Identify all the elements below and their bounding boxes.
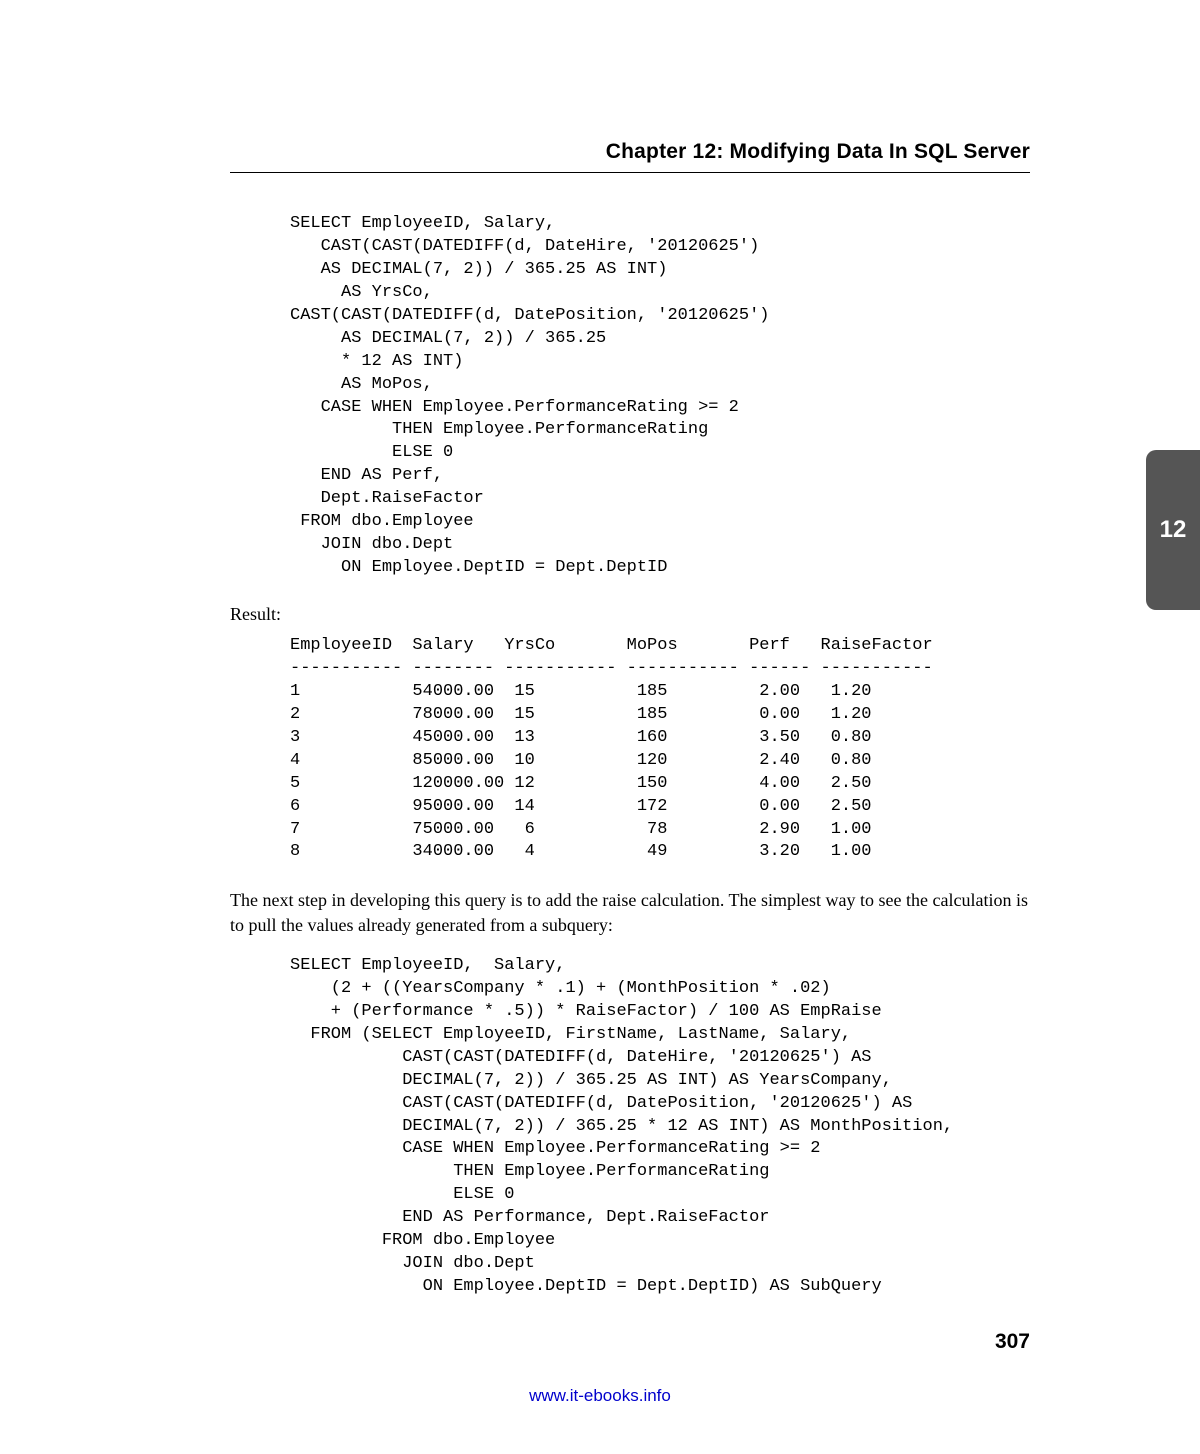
page-number: 307 xyxy=(995,1330,1030,1354)
header-rule xyxy=(230,172,1030,173)
code-block-2: SELECT EmployeeID, Salary, (2 + ((YearsC… xyxy=(290,955,1030,1299)
code-block-1: SELECT EmployeeID, Salary, CAST(CAST(DAT… xyxy=(290,213,1030,580)
page: Chapter 12: Modifying Data In SQL Server… xyxy=(0,0,1200,1454)
result-label: Result: xyxy=(230,604,1030,625)
footer-link-anchor[interactable]: www.it-ebooks.info xyxy=(529,1386,671,1405)
chapter-tab: 12 xyxy=(1146,450,1200,610)
footer-link: www.it-ebooks.info xyxy=(0,1386,1200,1406)
body-paragraph: The next step in developing this query i… xyxy=(230,888,1030,937)
chapter-header: Chapter 12: Modifying Data In SQL Server xyxy=(230,140,1030,164)
result-table: EmployeeID Salary YrsCo MoPos Perf Raise… xyxy=(290,635,1030,864)
